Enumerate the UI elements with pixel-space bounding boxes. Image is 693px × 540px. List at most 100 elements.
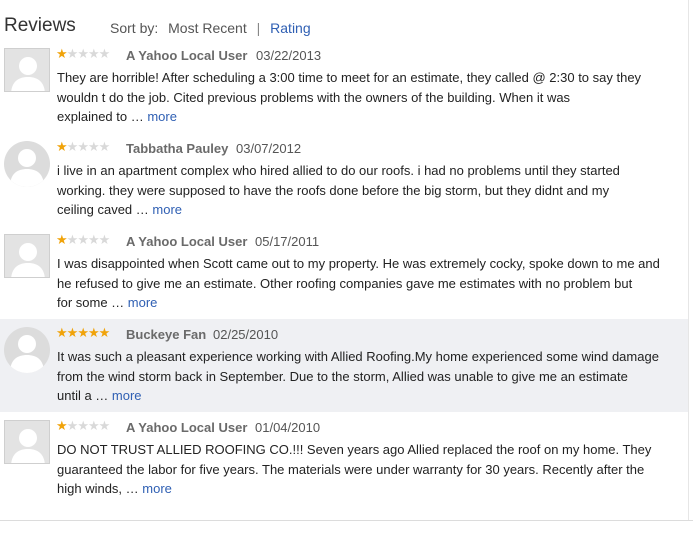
- review-item: ★★★★★ Buckeye Fan 02/25/2010 It was such a …: [0, 319, 688, 412]
- reviews-header: Reviews Sort by: Most Recent | Rating: [0, 0, 693, 40]
- review-text-segment: ceiling caved …: [57, 202, 153, 217]
- star-icon: ★: [77, 325, 89, 340]
- star-icon: ★: [56, 232, 68, 247]
- review-author: A Yahoo Local User: [126, 234, 248, 249]
- default-user-icon: [11, 429, 45, 463]
- avatar: [4, 48, 50, 92]
- star-icon: ★: [66, 232, 79, 247]
- review-text-line: wouldn t do the job. Cited previous prob…: [57, 88, 677, 108]
- round-user-icon: [10, 149, 44, 187]
- review-text-segment: I was disappointed when Scott came out t…: [57, 256, 660, 271]
- review-text-segment: wouldn t do the job. Cited previous prob…: [57, 89, 571, 105]
- review-date: 01/04/2010: [255, 420, 321, 435]
- star-icon: ★: [98, 232, 111, 247]
- star-icon: ★: [66, 139, 79, 154]
- star-icon: ★: [66, 325, 79, 340]
- review-text-segment: from the wind storm back in September. D…: [57, 368, 628, 384]
- star-icon: ★: [77, 232, 89, 247]
- star-icon: ★: [77, 46, 89, 61]
- review-text-line: high winds, … more: [57, 479, 677, 499]
- star-icon: ★: [56, 325, 68, 340]
- review-author: Tabbatha Pauley: [126, 141, 229, 156]
- panel-edge: [688, 0, 689, 520]
- star-icon: ★: [66, 418, 79, 433]
- review-date: 03/22/2013: [256, 48, 322, 63]
- review-date: 05/17/2011: [255, 234, 320, 249]
- more-link[interactable]: more: [152, 202, 182, 217]
- review-text-segment: DO NOT TRUST ALLIED ROOFING CO.!!! Seven…: [57, 442, 652, 457]
- review-text-segment: explained to …: [57, 109, 148, 124]
- review-author: Buckeye Fan: [126, 327, 207, 342]
- review-text-line: working. they were supposed to have the …: [57, 181, 677, 201]
- avatar: [4, 420, 50, 464]
- review-text-line: It was such a pleasant experience workin…: [57, 347, 677, 367]
- review-text-segment: for some …: [57, 295, 128, 310]
- star-icon: ★: [98, 46, 111, 61]
- star-icon: ★: [87, 232, 100, 247]
- more-link[interactable]: more: [142, 481, 172, 496]
- review-item: ★★★★★ Tabbatha Pauley 03/07/2012 i live in …: [0, 133, 688, 226]
- review-text-segment: It was such a pleasant experience workin…: [57, 349, 659, 364]
- sort-label: Sort by:: [110, 20, 159, 36]
- sort-separator: |: [256, 20, 261, 36]
- star-icon: ★: [87, 46, 100, 61]
- star-icon: ★: [98, 139, 111, 154]
- star-icon: ★: [56, 46, 68, 61]
- review-text-line: guaranteed the labor for five years. The…: [57, 460, 677, 480]
- review-author: A Yahoo Local User: [126, 48, 248, 63]
- review-text-line: I was disappointed when Scott came out t…: [57, 254, 677, 274]
- default-user-icon: [11, 57, 45, 91]
- review-text-line: i live in an apartment complex who hired…: [57, 161, 677, 181]
- reviews-title: Reviews: [4, 15, 76, 36]
- star-icon: ★: [98, 325, 111, 340]
- review-text: i live in an apartment complex who hired…: [57, 161, 677, 220]
- review-item: ★★★★★ A Yahoo Local User 05/17/2011 I was d…: [0, 226, 688, 319]
- review-date: 02/25/2010: [213, 327, 279, 342]
- review-text-segment: They are horrible! After scheduling a 3:…: [57, 70, 642, 85]
- review-text-line: They are horrible! After scheduling a 3:…: [57, 68, 677, 88]
- star-rating: ★★★★★: [56, 46, 111, 62]
- review-author: A Yahoo Local User: [126, 420, 248, 435]
- review-text-segment: high winds, …: [57, 481, 143, 496]
- review-text-segment: guaranteed the labor for five years. The…: [57, 461, 645, 477]
- review-text-segment: i live in an apartment complex who hired…: [57, 163, 620, 178]
- star-rating: ★★★★★: [56, 139, 111, 155]
- review-text-segment: he refused to give me an estimate. Other…: [57, 275, 633, 291]
- review-text-line: until a … more: [57, 386, 677, 406]
- avatar: [4, 327, 50, 373]
- sort-bar: Sort by: Most Recent | Rating: [110, 20, 311, 36]
- review-text-line: DO NOT TRUST ALLIED ROOFING CO.!!! Seven…: [57, 440, 677, 460]
- star-icon: ★: [66, 46, 79, 61]
- star-icon: ★: [56, 139, 68, 154]
- review-text: They are horrible! After scheduling a 3:…: [57, 68, 677, 127]
- round-user-icon: [10, 335, 44, 373]
- star-rating: ★★★★★: [56, 325, 111, 341]
- star-icon: ★: [87, 325, 100, 340]
- review-item: ★★★★★ A Yahoo Local User 03/22/2013 They ar…: [0, 40, 688, 133]
- star-rating: ★★★★★: [56, 418, 111, 434]
- review-text-line: explained to … more: [57, 107, 677, 127]
- star-rating: ★★★★★: [56, 232, 111, 248]
- star-icon: ★: [77, 418, 89, 433]
- more-link[interactable]: more: [112, 388, 142, 403]
- more-link[interactable]: more: [147, 109, 177, 124]
- review-text: DO NOT TRUST ALLIED ROOFING CO.!!! Seven…: [57, 440, 677, 499]
- review-item: ★★★★★ A Yahoo Local User 01/04/2010 DO NOT …: [0, 412, 688, 505]
- star-icon: ★: [87, 139, 100, 154]
- review-text-segment: working. they were supposed to have the …: [57, 182, 610, 198]
- more-link[interactable]: more: [128, 295, 158, 310]
- default-user-icon: [11, 243, 45, 277]
- review-text-segment: until a …: [57, 388, 112, 403]
- star-icon: ★: [77, 139, 89, 154]
- sort-rating-link[interactable]: Rating: [270, 20, 310, 36]
- avatar: [4, 141, 50, 187]
- review-text-line: from the wind storm back in September. D…: [57, 367, 677, 387]
- review-date: 03/07/2012: [236, 141, 302, 156]
- review-text: It was such a pleasant experience workin…: [57, 347, 677, 406]
- sort-most-recent[interactable]: Most Recent: [168, 20, 247, 36]
- review-text-line: for some … more: [57, 293, 677, 313]
- review-text: I was disappointed when Scott came out t…: [57, 254, 677, 313]
- star-icon: ★: [87, 418, 100, 433]
- review-text-line: ceiling caved … more: [57, 200, 677, 220]
- star-icon: ★: [98, 418, 111, 433]
